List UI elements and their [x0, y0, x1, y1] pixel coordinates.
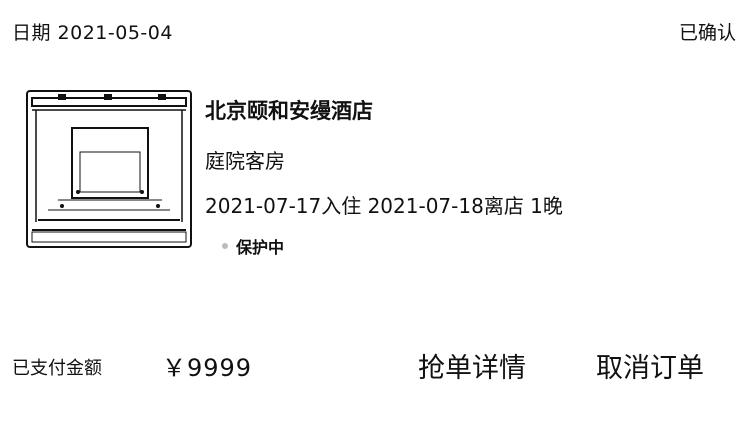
status-dot-icon — [222, 243, 228, 249]
cancel-order-button[interactable]: 取消订单 — [596, 346, 704, 385]
order-card: 日期 2021-05-04 已确认 北京颐和安缦酒店 庭院客房 2021-07-… — [0, 0, 750, 424]
order-detail-button[interactable]: 抢单详情 — [418, 346, 526, 385]
hotel-name[interactable]: 北京颐和安缦酒店 — [205, 95, 373, 125]
hotel-thumbnail[interactable] — [26, 90, 192, 248]
paid-amount-value: ￥9999 — [162, 354, 253, 382]
order-date: 日期 2021-05-04 — [12, 22, 173, 44]
order-status: 已确认 — [678, 22, 736, 44]
room-type: 庭院客房 — [205, 149, 285, 173]
protection-status: 保护中 — [222, 234, 284, 258]
protection-label: 保护中 — [236, 238, 285, 257]
stay-dates: 2021-07-17入住 2021-07-18离店 1晚 — [205, 194, 563, 218]
paid-amount-label: 已支付金额 — [12, 358, 102, 379]
hotel-gate-image — [31, 94, 187, 243]
